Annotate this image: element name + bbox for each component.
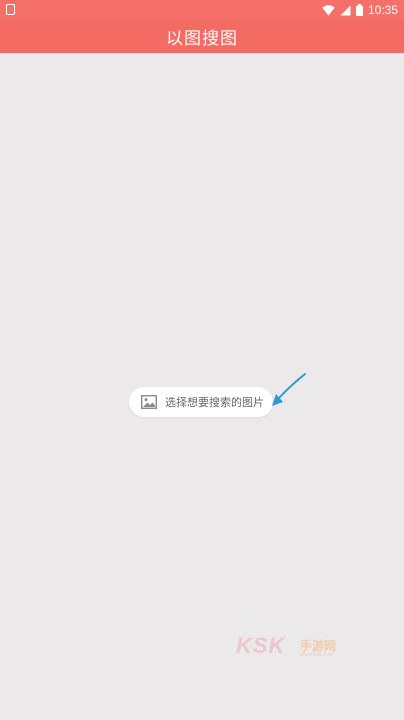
signal-icon [340,5,351,15]
select-image-button[interactable]: 选择想要搜索的图片 [129,387,273,417]
page-title: 以图搜图 [166,29,238,49]
select-image-label: 选择想要搜索的图片 [165,396,264,409]
watermark-logo: KSK 手游网 www.ksk.com [236,633,348,661]
app-bar: 以图搜图 [0,20,404,53]
status-bar: 10:35 [0,0,404,20]
watermark-brand: KSK [236,633,286,658]
image-icon [141,395,157,409]
status-right-group: 10:35 [322,3,398,17]
watermark-url: www.ksk.com [300,652,335,658]
status-time: 10:35 [367,3,398,17]
pointer-arrow-icon [272,373,306,406]
notification-icon [6,4,15,15]
wifi-icon [322,4,335,15]
battery-icon [355,4,363,16]
